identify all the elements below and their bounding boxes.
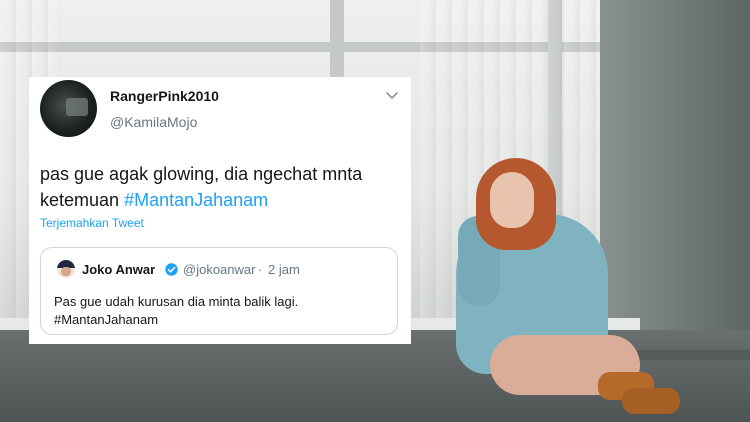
translate-tweet-link[interactable]: Terjemahkan Tweet: [40, 216, 144, 230]
tweet-text: pas gue agak glowing, dia ngechat mnta k…: [40, 161, 400, 213]
verified-badge-icon: [165, 263, 178, 276]
quoted-text-line: Pas gue udah kurusan dia minta balik lag…: [54, 294, 299, 309]
display-name[interactable]: RangerPink2010: [110, 88, 219, 104]
quoted-display-name[interactable]: Joko Anwar: [82, 262, 155, 277]
chevron-down-icon[interactable]: [385, 89, 399, 103]
hashtag-link[interactable]: #MantanJahanam: [124, 190, 268, 210]
avatar-image: [66, 98, 88, 116]
quoted-hashtag: #MantanJahanam: [54, 312, 159, 327]
quoted-tweet[interactable]: Joko Anwar @jokoanwar · 2 jam Pas gue ud…: [40, 247, 398, 335]
avatar-face: [61, 267, 71, 276]
tweet-timestamp[interactable]: 2 jam: [268, 262, 300, 277]
avatar[interactable]: [57, 260, 75, 278]
separator-dot: ·: [258, 262, 263, 277]
tweet-card: RangerPink2010 @KamilaMojo pas gue agak …: [29, 77, 411, 344]
quoted-user-handle[interactable]: @jokoanwar: [183, 262, 255, 277]
user-handle[interactable]: @KamilaMojo: [110, 114, 197, 130]
quoted-tweet-text: Pas gue udah kurusan dia minta balik lag…: [54, 293, 384, 329]
avatar[interactable]: [40, 80, 97, 137]
woman-face: [490, 172, 534, 228]
woman-sock: [622, 388, 680, 414]
